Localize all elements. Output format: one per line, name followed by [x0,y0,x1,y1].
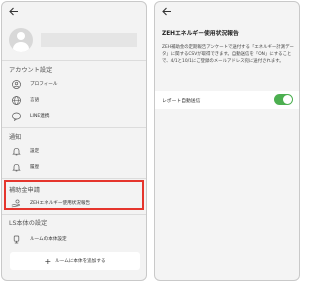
add-device-button[interactable]: + ルームに本体を追加する [10,252,140,270]
globe-icon [11,95,21,105]
divider [2,60,146,61]
section-label-device: LS本体の設定 [9,220,48,227]
page-description: ZEH補助金の定期報告アンケートで送付する「エネルギー計測データ」に関するCSV… [162,45,294,64]
menu-item-line[interactable]: LINE連携 [9,109,143,123]
profile-header[interactable] [9,28,143,54]
auto-send-toggle[interactable] [274,94,293,105]
menu-item-label: 履歴 [30,165,40,170]
menu-item-language[interactable]: 言語 [9,93,143,107]
back-arrow-icon[interactable] [9,7,19,18]
link-icon [11,111,21,121]
user-circle-icon [11,79,21,89]
menu-item-label: 設定 [30,149,40,154]
auto-send-row: レポート自動送信 [155,91,299,109]
profile-name-placeholder [41,33,137,47]
settings-screen: アカウント設定 プロフィール 言語 LINE連携 通知 設定 履歴 補助金申請 [1,1,147,281]
add-device-button-label: ルームに本体を追加する [55,259,106,264]
menu-item-room-device-settings[interactable]: ルームの本体設定 [9,232,143,246]
bell-icon [11,146,21,156]
auto-send-label: レポート自動送信 [162,98,201,104]
avatar [9,28,33,52]
zeh-report-screen: ZEHエネルギー使用状況報告 ZEH補助金の定期報告アンケートで送付する「エネル… [154,1,300,281]
section-label-account: アカウント設定 [9,67,53,74]
menu-item-label: LINE連携 [30,114,50,119]
divider [2,127,146,128]
menu-item-profile[interactable]: プロフィール [9,77,143,91]
menu-item-notification-history[interactable]: 履歴 [9,160,143,174]
plus-icon: + [44,256,52,266]
menu-item-label: プロフィール [30,82,58,87]
highlight-frame [4,180,144,210]
bell-outline-icon [11,162,21,172]
page-title: ZEHエネルギー使用状況報告 [162,31,239,37]
device-icon [11,234,21,244]
menu-item-notification-settings[interactable]: 設定 [9,144,143,158]
section-label-notification: 通知 [9,134,22,141]
menu-item-label: ルームの本体設定 [30,237,67,242]
back-arrow-icon[interactable] [162,7,172,18]
divider [2,214,146,215]
divider [2,178,146,179]
menu-item-label: 言語 [30,98,40,103]
